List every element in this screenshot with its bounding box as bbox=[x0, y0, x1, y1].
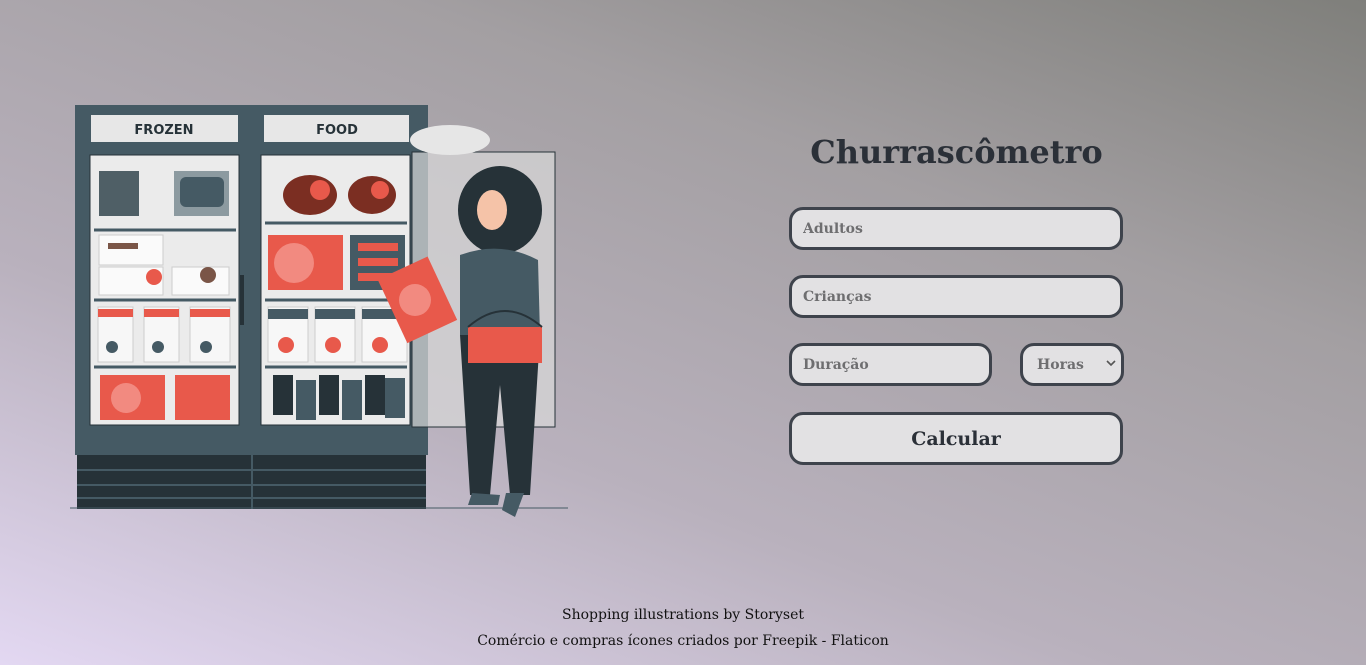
duration-unit-select[interactable]: Horas bbox=[1020, 343, 1124, 386]
page-title: Churrascômetro bbox=[810, 133, 1103, 171]
storyset-link[interactable]: Shopping illustrations bbox=[562, 607, 719, 623]
calculate-button[interactable]: Calcular bbox=[789, 412, 1123, 465]
calculator-panel: Churrascômetro Horas Calcular bbox=[789, 130, 1124, 465]
frozen-sign-label: FROZEN bbox=[134, 123, 193, 138]
flaticon-link[interactable]: Comércio e compras ícones criados por Fr… bbox=[477, 633, 889, 649]
footer-credit-flaticon: Comércio e compras ícones criados por Fr… bbox=[0, 633, 1366, 649]
duration-input[interactable] bbox=[789, 343, 992, 386]
duration-row: Horas bbox=[789, 343, 1124, 386]
storyset-by-text: by Storyset bbox=[718, 607, 805, 623]
children-input[interactable] bbox=[789, 275, 1123, 318]
unit-select-wrapper: Horas bbox=[1020, 343, 1124, 386]
fridge-woman-illustration: FROZEN FOOD bbox=[70, 105, 568, 517]
food-sign-label: FOOD bbox=[316, 123, 358, 138]
adults-input[interactable] bbox=[789, 207, 1123, 250]
footer-credit-storyset: Shopping illustrations by Storyset bbox=[0, 607, 1366, 623]
frozen-food-illustration: FROZEN FOOD bbox=[60, 95, 580, 535]
